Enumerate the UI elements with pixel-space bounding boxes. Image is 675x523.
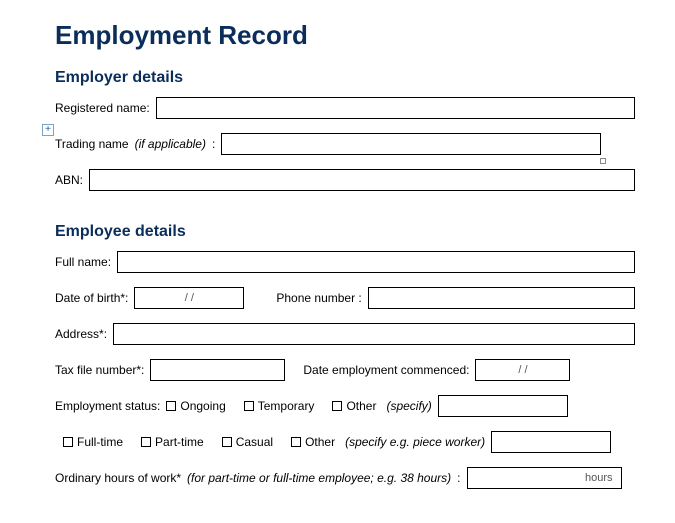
- type-other-option[interactable]: Other: [291, 435, 335, 449]
- resize-handle-icon: [600, 158, 606, 164]
- address-input[interactable]: [113, 323, 635, 345]
- phone-label: Phone number :: [276, 291, 361, 305]
- full-name-label: Full name:: [55, 255, 111, 269]
- checkbox-icon: [166, 401, 176, 411]
- trading-name-input[interactable]: [221, 133, 601, 155]
- type-parttime-option[interactable]: Part-time: [141, 435, 204, 449]
- abn-input[interactable]: [89, 169, 635, 191]
- trading-name-note: (if applicable): [135, 137, 206, 151]
- date-commenced-input[interactable]: / /: [475, 359, 570, 381]
- table-anchor-icon: +: [42, 124, 54, 136]
- type-other-note: (specify e.g. piece worker): [345, 435, 485, 449]
- full-name-input[interactable]: [117, 251, 635, 273]
- trading-name-colon: :: [212, 137, 215, 151]
- checkbox-icon: [244, 401, 254, 411]
- registered-name-input[interactable]: [156, 97, 635, 119]
- page-title: Employment Record: [55, 20, 635, 51]
- type-other-input[interactable]: [491, 431, 611, 453]
- tfn-input[interactable]: [150, 359, 285, 381]
- hours-label: Ordinary hours of work*: [55, 471, 181, 485]
- status-other-option[interactable]: Other: [332, 399, 376, 413]
- hours-colon: :: [457, 471, 460, 485]
- checkbox-icon: [332, 401, 342, 411]
- abn-label: ABN:: [55, 173, 83, 187]
- tfn-label: Tax file number*:: [55, 363, 144, 377]
- dob-input[interactable]: / /: [134, 287, 244, 309]
- employer-heading: Employer details: [55, 69, 635, 87]
- status-temporary-option[interactable]: Temporary: [244, 399, 315, 413]
- checkbox-icon: [222, 437, 232, 447]
- hours-note: (for part-time or full-time employee; e.…: [187, 471, 451, 485]
- status-ongoing-option[interactable]: Ongoing: [166, 399, 225, 413]
- status-other-input[interactable]: [438, 395, 568, 417]
- type-fulltime-option[interactable]: Full-time: [63, 435, 123, 449]
- trading-name-label: Trading name: [55, 137, 129, 151]
- address-label: Address*:: [55, 327, 107, 341]
- employee-heading: Employee details: [55, 223, 635, 241]
- checkbox-icon: [63, 437, 73, 447]
- registered-name-label: Registered name:: [55, 101, 150, 115]
- status-other-note: (specify): [386, 399, 431, 413]
- checkbox-icon: [141, 437, 151, 447]
- type-casual-option[interactable]: Casual: [222, 435, 273, 449]
- date-commenced-label: Date employment commenced:: [303, 363, 469, 377]
- dob-label: Date of birth*:: [55, 291, 128, 305]
- hours-input[interactable]: hours: [467, 467, 622, 489]
- checkbox-icon: [291, 437, 301, 447]
- employment-status-label: Employment status:: [55, 399, 160, 413]
- phone-input[interactable]: [368, 287, 635, 309]
